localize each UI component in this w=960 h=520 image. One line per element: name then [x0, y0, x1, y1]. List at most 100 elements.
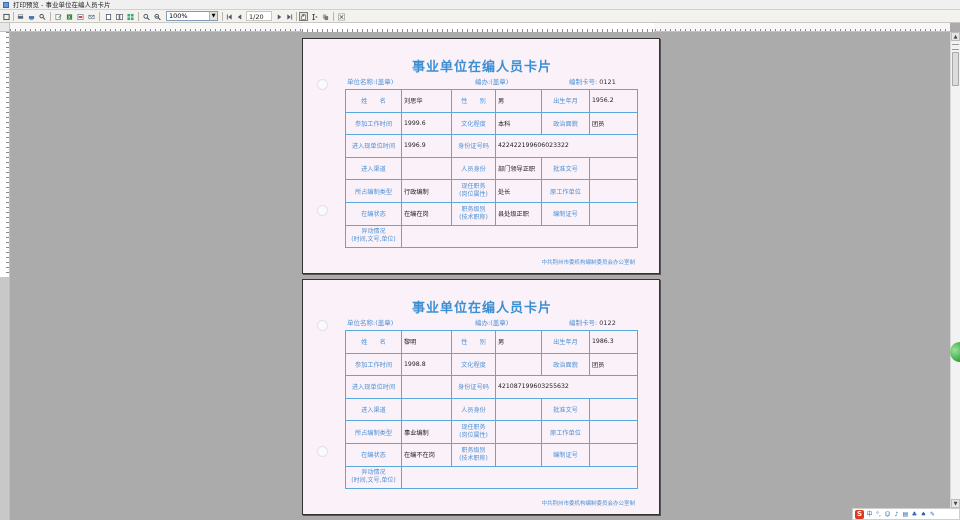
print-page-2: 事业单位在编人员卡片 单位名称:(盖章) 编办:(盖章) 编制卡号: 0122 … [302, 279, 660, 515]
unit-name-label: 单位名称:(盖章) [347, 319, 394, 327]
card-no: 编制卡号: 0121 [569, 78, 616, 86]
channel-value [401, 156, 452, 181]
identity-label: 人员身份 [451, 156, 496, 181]
vertical-ruler [0, 32, 10, 277]
settings-icon[interactable]: ✎ [929, 511, 936, 518]
close-icon[interactable] [337, 12, 346, 21]
window-title: 打印预览 - 事业单位在编人员卡片 [13, 1, 111, 9]
export-excel-icon[interactable]: X [65, 12, 74, 21]
change-value [401, 224, 638, 249]
keyboard-icon[interactable]: ▤ [902, 511, 909, 518]
scroll-thumb[interactable] [952, 52, 959, 86]
staff-card-table: 姓 名 刘思华 性 别 男 出生年月 1956.2 参加工作时间 1999.6 … [345, 89, 638, 249]
table-row: 在编状态 在编在岗 职务级别 (技术职称) 县处级正职 编制证号 [345, 201, 638, 226]
work-start-label: 参加工作时间 [345, 111, 402, 136]
ruler-corner [0, 23, 10, 32]
menu-icon[interactable] [2, 12, 11, 21]
join-unit-label: 进入现单位时间 [345, 375, 402, 399]
table-row: 所占编制类型 事业编制 现任职务 (岗位属性) 原工作单位 [345, 420, 638, 444]
zoom-out-icon[interactable] [153, 12, 162, 21]
find-icon[interactable] [38, 12, 47, 21]
politics-value: 团员 [589, 111, 638, 136]
scroll-grip [952, 44, 959, 50]
cert-no-label: 编制证号 [541, 442, 590, 467]
work-start-value: 1998.8 [401, 352, 452, 377]
punctuation-icon[interactable]: °, [875, 511, 882, 518]
toolbar: X 100% ▼ 1/20 [0, 10, 960, 23]
page-indicator[interactable]: 1/20 [246, 11, 272, 21]
table-row: 所占编制类型 行政编制 现任职务 (岗位属性) 处长 原工作单位 [345, 179, 638, 203]
shirt-icon[interactable]: ♠ [920, 511, 927, 518]
birth-value: 1956.2 [589, 89, 638, 113]
copy-icon[interactable] [321, 12, 330, 21]
title-bar: 打印预览 - 事业单位在编人员卡片 [0, 0, 960, 10]
join-unit-value [401, 375, 452, 399]
two-page-icon[interactable] [115, 12, 124, 21]
position-value: 处长 [495, 179, 542, 203]
text-select-icon[interactable] [310, 12, 319, 21]
position-label: 现任职务 (岗位属性) [451, 420, 496, 444]
microphone-icon[interactable]: ♪ [893, 511, 900, 518]
cert-no-label: 编制证号 [541, 201, 590, 226]
gender-label: 性 别 [451, 330, 496, 354]
chevron-down-icon[interactable]: ▼ [209, 12, 217, 20]
mail-icon[interactable] [87, 12, 96, 21]
vertical-ruler-margin [0, 277, 10, 520]
table-row: 进入现单位时间 1996.9 身份证号码 422422199606023322 [345, 134, 638, 158]
scroll-down-icon[interactable]: ▼ [951, 499, 960, 508]
card-footer: 中共荆州市委机构编制委员会办公室制 [541, 501, 635, 507]
change-label: 异动情况 (时间,文号,单位) [345, 465, 402, 490]
first-page-icon[interactable] [225, 12, 234, 21]
birth-value: 1986.3 [589, 330, 638, 354]
politics-value: 团员 [589, 352, 638, 377]
ime-mode-label[interactable]: 中 [866, 511, 873, 518]
card-title: 事业单位在编人员卡片 [411, 301, 552, 316]
table-row: 参加工作时间 1998.8 文化程度 政治面貌 团员 [345, 352, 638, 377]
export-pdf-icon[interactable] [76, 12, 85, 21]
grade-label: 职务级别 (技术职称) [451, 442, 496, 467]
position-value [495, 420, 542, 444]
hand-tool-icon[interactable] [299, 12, 308, 21]
table-row: 进入渠道 人员身份 部门领导正职 批准文号 [345, 156, 638, 181]
staff-type-label: 所占编制类型 [345, 179, 402, 203]
last-page-icon[interactable] [285, 12, 294, 21]
unit-name-label: 单位名称:(盖章) [347, 78, 394, 86]
multi-page-icon[interactable] [126, 12, 135, 21]
zoom-in-icon[interactable] [142, 12, 151, 21]
former-unit-value [589, 420, 638, 444]
channel-value [401, 397, 452, 422]
org-name-label: 编办:(盖章) [475, 319, 509, 327]
gender-value: 男 [495, 330, 542, 354]
card-title: 事业单位在编人员卡片 [411, 60, 552, 75]
identity-value: 部门领导正职 [495, 156, 542, 181]
position-label: 现任职务 (岗位属性) [451, 179, 496, 203]
print-icon[interactable] [16, 12, 25, 21]
emoji-icon[interactable]: ☺ [884, 511, 891, 518]
next-page-icon[interactable] [275, 12, 284, 21]
approval-value [589, 397, 638, 422]
former-unit-label: 原工作单位 [541, 420, 590, 444]
channel-label: 进入渠道 [345, 397, 402, 422]
svg-text:X: X [68, 15, 71, 21]
scroll-up-icon[interactable]: ▲ [951, 32, 960, 41]
export-icon[interactable] [54, 12, 63, 21]
birth-label: 出生年月 [541, 89, 590, 113]
org-name-label: 编办:(盖章) [475, 78, 509, 86]
work-start-label: 参加工作时间 [345, 352, 402, 377]
cert-no-value [589, 201, 638, 226]
join-unit-label: 进入现单位时间 [345, 134, 402, 158]
zoom-select[interactable]: 100% ▼ [166, 11, 218, 21]
id-no-label: 身份证号码 [451, 375, 496, 399]
punch-hole [317, 320, 328, 331]
change-label: 异动情况 (时间,文号,单位) [345, 224, 402, 249]
vertical-scrollbar[interactable]: ▲ ▼ [950, 32, 960, 508]
single-page-icon[interactable] [104, 12, 113, 21]
card-no: 编制卡号: 0122 [569, 319, 616, 327]
id-no-label: 身份证号码 [451, 134, 496, 158]
change-value [401, 465, 638, 490]
prev-page-icon[interactable] [235, 12, 244, 21]
skin-icon[interactable]: ♣ [911, 511, 918, 518]
sogou-logo-icon[interactable]: S [855, 509, 864, 519]
print-setup-icon[interactable] [27, 12, 36, 21]
id-no-value: 422422199606023322 [495, 134, 638, 158]
